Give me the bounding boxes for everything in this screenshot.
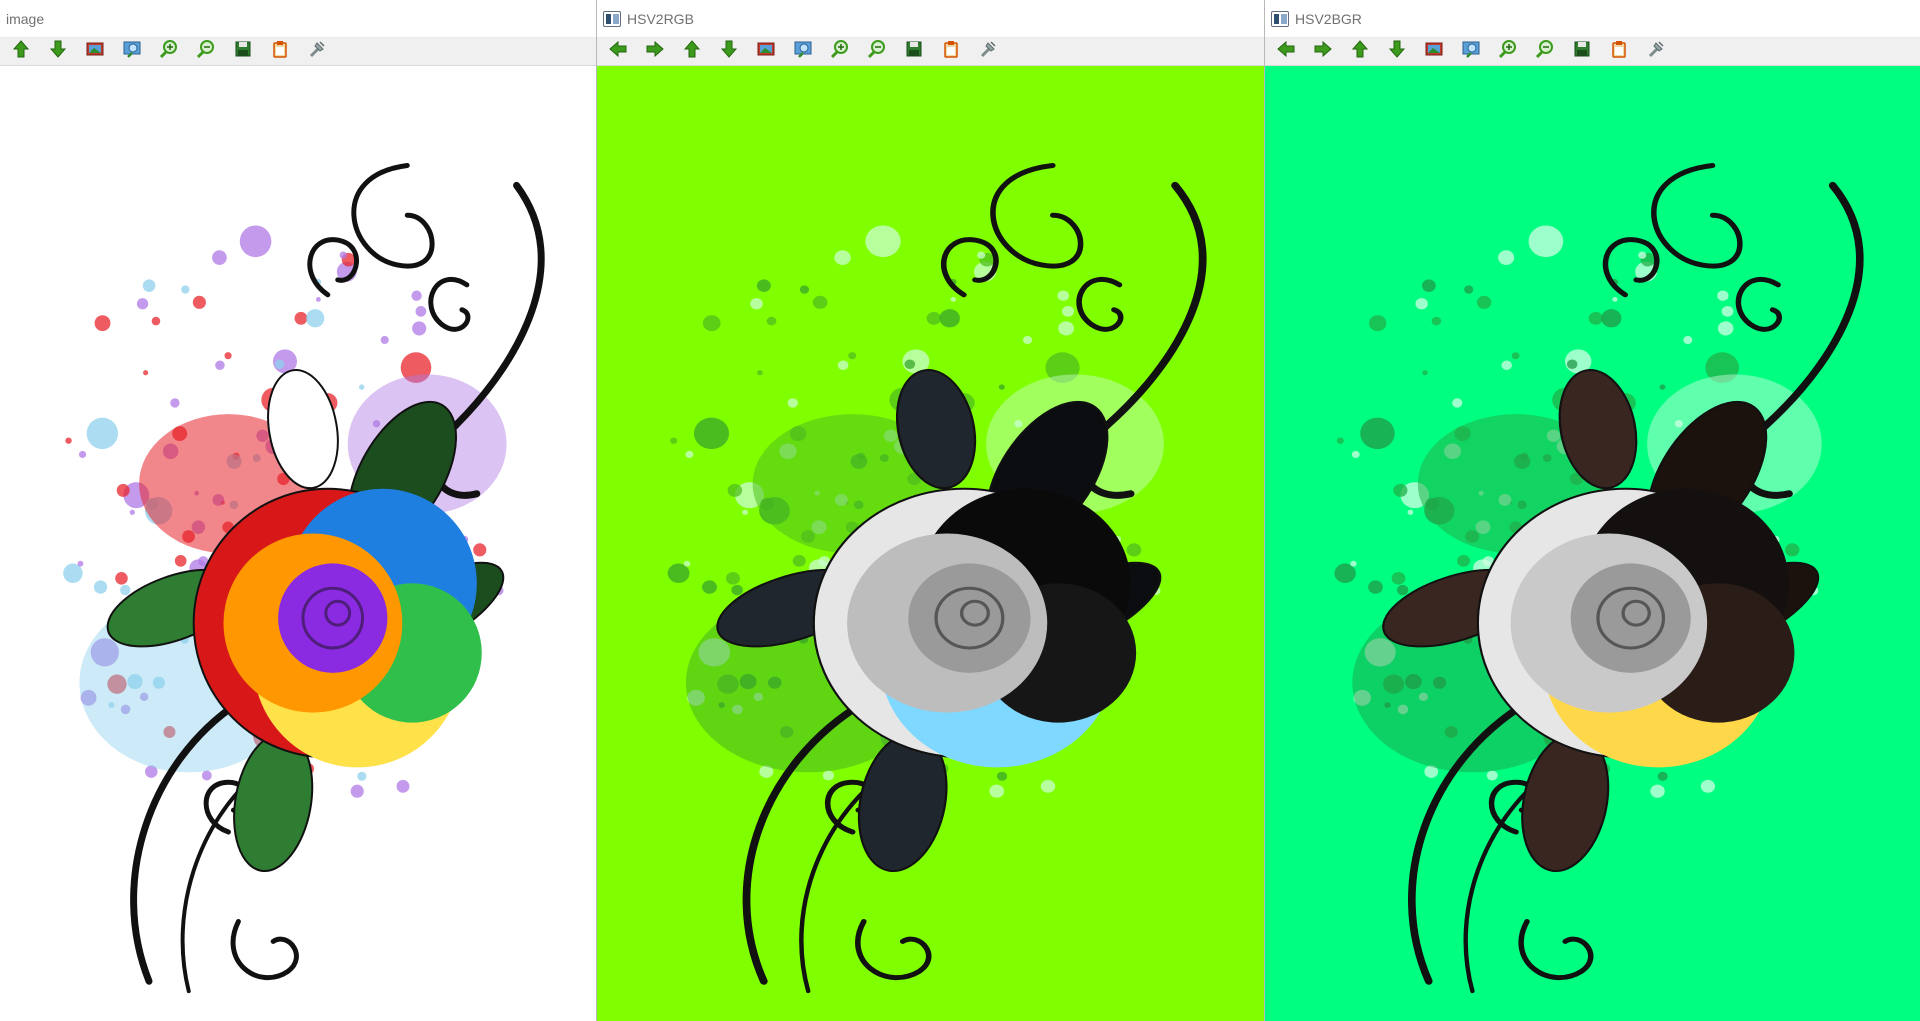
zoom-in-icon [159, 39, 179, 64]
arrow-down-button[interactable] [39, 38, 76, 66]
window-hsv2bgr: HSV2BGR [1264, 0, 1920, 1021]
image-canvas[interactable] [0, 66, 596, 1021]
zoom-in-icon [830, 39, 850, 64]
arrow-left-button[interactable] [1267, 38, 1304, 66]
zoom-in-button[interactable] [150, 38, 187, 66]
arrow-up-icon [11, 39, 31, 64]
zoom-in-button[interactable] [821, 38, 858, 66]
window-title: HSV2BGR [1295, 10, 1362, 27]
arrow-left-button[interactable] [599, 38, 636, 66]
arrow-down-icon [48, 39, 68, 64]
zoom-region-icon [1461, 39, 1481, 64]
zoom-out-icon [196, 39, 216, 64]
copy-clipboard-button[interactable] [1600, 38, 1637, 66]
zoom-region-button[interactable] [113, 38, 150, 66]
properties-button[interactable] [969, 38, 1006, 66]
arrow-right-icon [645, 39, 665, 64]
title-bar[interactable]: image [0, 0, 596, 38]
zoom-out-button[interactable] [858, 38, 895, 66]
image-icon [85, 39, 105, 64]
zoom-out-icon [867, 39, 887, 64]
arrow-down-icon [1387, 39, 1407, 64]
properties-icon [307, 39, 327, 64]
zoom-region-icon [793, 39, 813, 64]
app-icon [1271, 10, 1289, 27]
zoom-out-icon [1535, 39, 1555, 64]
copy-clipboard-icon [1609, 39, 1629, 64]
arrow-down-button[interactable] [710, 38, 747, 66]
properties-icon [978, 39, 998, 64]
toolbar [0, 38, 596, 66]
rose-illustration [597, 66, 1264, 1021]
save-button[interactable] [895, 38, 932, 66]
zoom-out-button[interactable] [187, 38, 224, 66]
arrow-right-button[interactable] [1304, 38, 1341, 66]
zoom-out-button[interactable] [1526, 38, 1563, 66]
save-button[interactable] [224, 38, 261, 66]
arrow-down-icon [719, 39, 739, 64]
zoom-region-button[interactable] [1452, 38, 1489, 66]
save-icon [1572, 39, 1592, 64]
arrow-left-icon [1276, 39, 1296, 64]
window-image: image [0, 0, 596, 1021]
desktop: image HSV2RGB HSV2BGR [0, 0, 1920, 1021]
arrow-up-button[interactable] [1341, 38, 1378, 66]
zoom-region-button[interactable] [784, 38, 821, 66]
image-button[interactable] [1415, 38, 1452, 66]
zoom-in-icon [1498, 39, 1518, 64]
image-icon [1424, 39, 1444, 64]
rose-illustration [1265, 66, 1920, 1021]
properties-icon [1646, 39, 1666, 64]
image-canvas[interactable] [1265, 66, 1920, 1021]
arrow-up-button[interactable] [2, 38, 39, 66]
arrow-left-icon [608, 39, 628, 64]
copy-clipboard-icon [270, 39, 290, 64]
copy-clipboard-icon [941, 39, 961, 64]
zoom-in-button[interactable] [1489, 38, 1526, 66]
toolbar [597, 38, 1264, 66]
image-icon [756, 39, 776, 64]
arrow-right-icon [1313, 39, 1333, 64]
properties-button[interactable] [1637, 38, 1674, 66]
window-title: image [6, 10, 45, 27]
title-bar[interactable]: HSV2BGR [1265, 0, 1920, 38]
arrow-right-button[interactable] [636, 38, 673, 66]
save-icon [904, 39, 924, 64]
image-button[interactable] [747, 38, 784, 66]
copy-clipboard-button[interactable] [932, 38, 969, 66]
image-button[interactable] [76, 38, 113, 66]
properties-button[interactable] [298, 38, 335, 66]
window-title: HSV2RGB [627, 10, 694, 27]
app-icon [603, 10, 621, 27]
arrow-up-button[interactable] [673, 38, 710, 66]
save-button[interactable] [1563, 38, 1600, 66]
arrow-down-button[interactable] [1378, 38, 1415, 66]
rose-illustration [0, 66, 596, 1021]
title-bar[interactable]: HSV2RGB [597, 0, 1264, 38]
arrow-up-icon [1350, 39, 1370, 64]
image-canvas[interactable] [597, 66, 1264, 1021]
window-hsv2rgb: HSV2RGB [596, 0, 1264, 1021]
toolbar [1265, 38, 1920, 66]
save-icon [233, 39, 253, 64]
zoom-region-icon [122, 39, 142, 64]
arrow-up-icon [682, 39, 702, 64]
copy-clipboard-button[interactable] [261, 38, 298, 66]
